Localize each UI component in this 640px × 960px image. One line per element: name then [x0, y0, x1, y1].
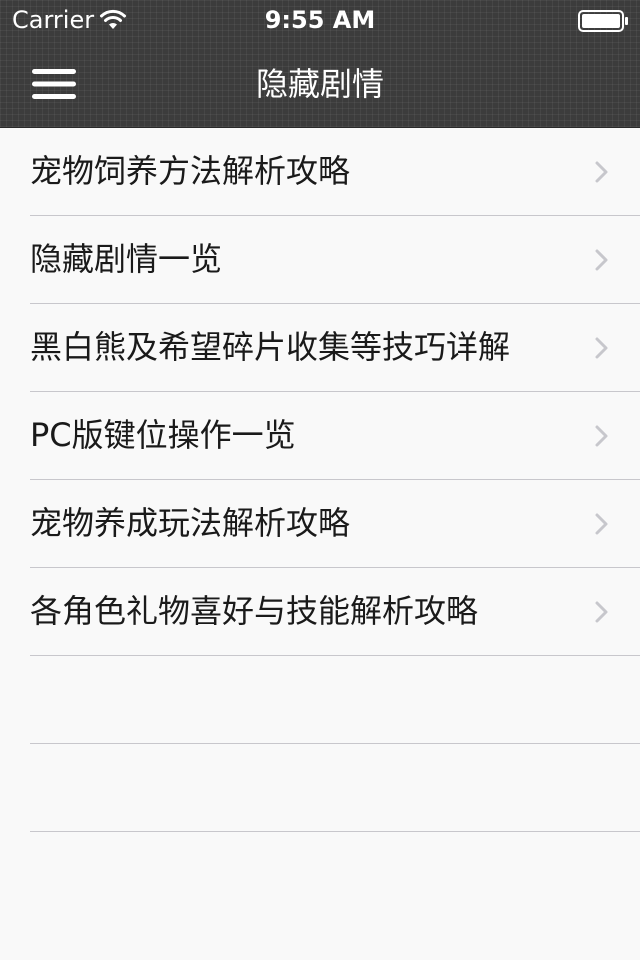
list-item-label: 隐藏剧情一览 — [30, 240, 223, 278]
list-item-label: 宠物饲养方法解析攻略 — [30, 152, 351, 190]
menu-list: 宠物饲养方法解析攻略 隐藏剧情一览 黑白熊及希望碎片收集等技巧详解 PC版键位操… — [0, 128, 640, 832]
list-item[interactable]: PC版键位操作一览 — [0, 392, 640, 480]
chevron-right-icon — [595, 249, 608, 271]
list-item[interactable]: 各角色礼物喜好与技能解析攻略 — [0, 568, 640, 656]
list-item[interactable]: 黑白熊及希望碎片收集等技巧详解 — [0, 304, 640, 392]
navigation-bar: 隐藏剧情 — [0, 40, 640, 128]
list-item-label: 黑白熊及希望碎片收集等技巧详解 — [30, 328, 511, 366]
list-item-label: 各角色礼物喜好与技能解析攻略 — [30, 592, 479, 630]
status-bar: Carrier 9:55 AM — [0, 0, 640, 40]
clock: 9:55 AM — [264, 6, 376, 34]
empty-row — [0, 744, 640, 832]
list-item[interactable]: 宠物饲养方法解析攻略 — [0, 128, 640, 216]
chevron-right-icon — [595, 425, 608, 447]
chevron-right-icon — [595, 337, 608, 359]
list-item[interactable]: 隐藏剧情一览 — [0, 216, 640, 304]
header: Carrier 9:55 AM 隐藏剧情 — [0, 0, 640, 128]
list-item-label: PC版键位操作一览 — [30, 416, 296, 454]
list-item-label: 宠物养成玩法解析攻略 — [30, 504, 351, 542]
menu-button[interactable] — [22, 56, 86, 112]
list-item[interactable]: 宠物养成玩法解析攻略 — [0, 480, 640, 568]
page-title: 隐藏剧情 — [255, 65, 384, 103]
row-separator — [30, 831, 640, 832]
hamburger-menu-icon — [32, 69, 76, 99]
empty-row — [0, 656, 640, 744]
chevron-right-icon — [595, 601, 608, 623]
battery-icon — [578, 10, 628, 32]
chevron-right-icon — [595, 513, 608, 535]
chevron-right-icon — [595, 161, 608, 183]
